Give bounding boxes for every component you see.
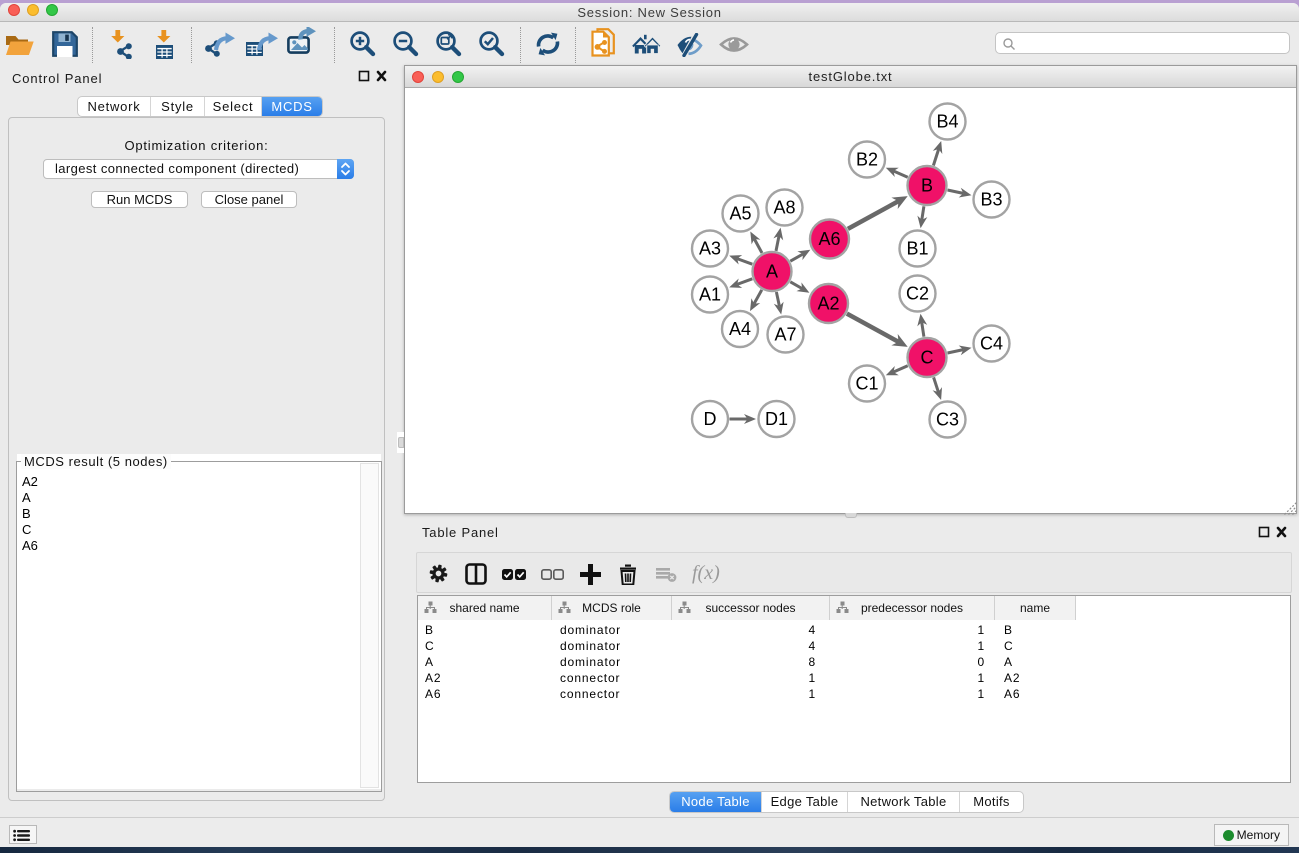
svg-text:B: B — [921, 176, 933, 196]
svg-text:A7: A7 — [774, 325, 796, 345]
svg-text:A1: A1 — [699, 285, 721, 305]
svg-text:A6: A6 — [818, 229, 840, 249]
svg-text:D1: D1 — [765, 409, 788, 429]
svg-text:A8: A8 — [773, 198, 795, 218]
svg-text:C: C — [921, 348, 934, 368]
svg-text:B3: B3 — [980, 190, 1002, 210]
svg-text:A4: A4 — [729, 319, 751, 339]
svg-text:A3: A3 — [699, 239, 721, 259]
svg-text:C3: C3 — [936, 410, 959, 430]
svg-text:A: A — [766, 262, 778, 282]
svg-text:C4: C4 — [980, 334, 1003, 354]
svg-text:C1: C1 — [855, 374, 878, 394]
svg-text:B1: B1 — [906, 239, 928, 259]
svg-text:A2: A2 — [817, 294, 839, 314]
svg-text:A5: A5 — [729, 204, 751, 224]
svg-text:D: D — [704, 409, 717, 429]
svg-text:C2: C2 — [906, 284, 929, 304]
svg-text:B2: B2 — [856, 150, 878, 170]
svg-text:B4: B4 — [936, 112, 958, 132]
svg-text:f(x): f(x) — [692, 563, 720, 584]
